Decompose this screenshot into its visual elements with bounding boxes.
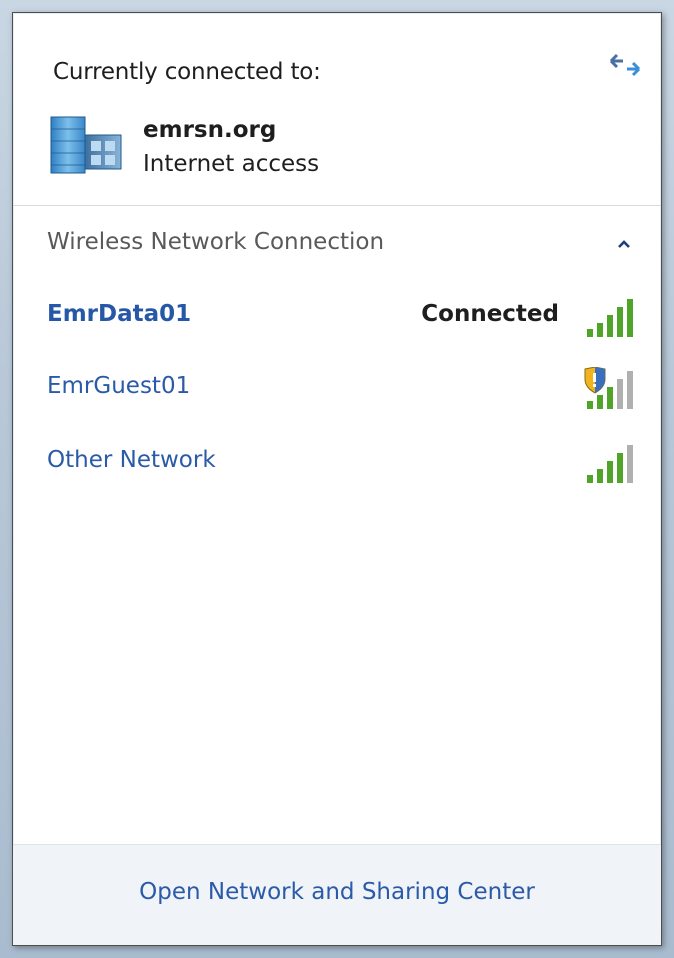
wifi-network-item[interactable]: EmrGuest01	[13, 359, 661, 419]
current-network-name: emrsn.org	[143, 117, 277, 143]
open-network-sharing-center-link[interactable]: Open Network and Sharing Center	[13, 879, 661, 905]
wifi-network-name: EmrData01	[47, 301, 192, 327]
wifi-network-state: Connected	[421, 301, 559, 327]
current-network-status: Internet access	[143, 151, 320, 177]
wifi-signal-icon	[587, 299, 633, 337]
wifi-signal-icon	[587, 445, 633, 483]
header-title: Currently connected to:	[53, 59, 321, 85]
network-flyout: Currently connected to: emrsn.org Intern…	[12, 12, 662, 946]
wifi-network-name: EmrGuest01	[47, 373, 191, 399]
wifi-network-item[interactable]: Other Network	[13, 433, 661, 493]
chevron-up-icon[interactable]	[617, 239, 631, 249]
wifi-network-item[interactable]: EmrData01 Connected	[13, 287, 661, 347]
network-building-icon	[50, 116, 122, 174]
flyout-footer: Open Network and Sharing Center	[13, 844, 661, 945]
refresh-network-icon[interactable]	[607, 51, 643, 79]
wifi-network-name: Other Network	[47, 447, 216, 473]
wifi-signal-shield-icon	[584, 367, 633, 409]
wireless-section-header[interactable]: Wireless Network Connection	[13, 223, 661, 265]
current-connection-panel: Currently connected to: emrsn.org Intern…	[13, 13, 661, 206]
wireless-section-title: Wireless Network Connection	[47, 229, 385, 255]
